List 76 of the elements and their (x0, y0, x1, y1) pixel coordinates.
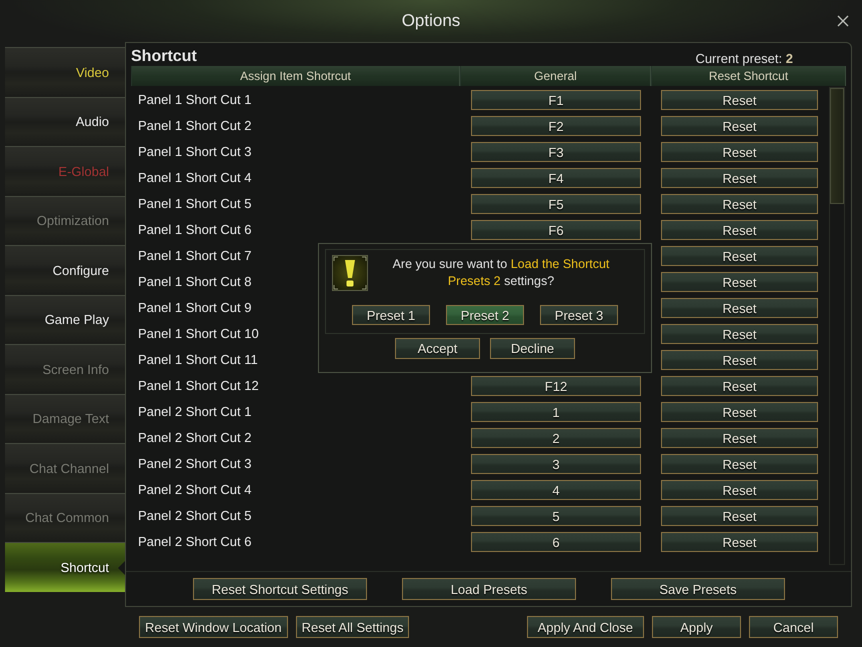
key-binding-button[interactable]: 6 (471, 532, 641, 552)
reset-button[interactable]: Reset (661, 298, 818, 318)
key-binding-button[interactable]: F1 (471, 90, 641, 110)
shortcut-label: Panel 1 Short Cut 12 (138, 377, 259, 396)
close-button[interactable] (837, 15, 849, 27)
sidebar-item[interactable]: Shortcut (5, 542, 125, 592)
shortcut-label: Panel 1 Short Cut 11 (138, 351, 258, 370)
shortcut-label: Panel 2 Short Cut 2 (138, 429, 252, 448)
shortcut-label: Panel 1 Short Cut 6 (138, 221, 252, 240)
reset-button[interactable]: Reset (661, 168, 818, 188)
shortcut-label: Panel 2 Short Cut 5 (138, 507, 252, 526)
reset-button[interactable]: Reset (661, 506, 818, 526)
scrollbar-track[interactable] (829, 87, 845, 565)
warning-icon (332, 255, 368, 291)
shortcut-label: Panel 1 Short Cut 3 (138, 143, 252, 162)
reset-button[interactable]: Reset (661, 350, 818, 370)
key-binding-button[interactable]: F2 (471, 116, 641, 136)
reset-window-location-button[interactable]: Reset Window Location (139, 616, 288, 638)
reset-button[interactable]: Reset (661, 376, 818, 396)
save-presets-button[interactable]: Save Presets (611, 578, 785, 600)
key-binding-button[interactable]: F3 (471, 142, 641, 162)
reset-button[interactable]: Reset (661, 116, 818, 136)
preset-button[interactable]: Preset 2 (446, 305, 524, 325)
cancel-button[interactable]: Cancel (749, 616, 838, 638)
reset-button[interactable]: Reset (661, 90, 818, 110)
current-preset-label: Current preset: 2 (695, 52, 793, 65)
panel-title: Shortcut (131, 49, 197, 65)
key-binding-button[interactable]: 1 (471, 402, 641, 422)
reset-button[interactable]: Reset (661, 272, 818, 292)
reset-button[interactable]: Reset (661, 246, 818, 266)
accept-button[interactable]: Accept (395, 338, 480, 359)
shortcut-label: Panel 2 Short Cut 4 (138, 481, 252, 500)
key-binding-button[interactable]: 5 (471, 506, 641, 526)
column-header: Reset Shortcut (651, 66, 846, 86)
scrollbar-thumb[interactable] (830, 88, 844, 204)
dialog-message: Are you sure want to Load the Shortcut Presets 2 settings? (392, 256, 610, 290)
reset-button[interactable]: Reset (661, 402, 818, 422)
preset-button[interactable]: Preset 3 (540, 305, 618, 325)
key-binding-button[interactable]: 4 (471, 480, 641, 500)
shortcut-label: Panel 2 Short Cut 1 (138, 403, 252, 422)
shortcut-label: Panel 1 Short Cut 9 (138, 299, 252, 318)
sidebar-item[interactable]: Game Play (5, 294, 125, 344)
column-header: Assign Item Shotrcut (131, 66, 460, 86)
reset-button[interactable]: Reset (661, 454, 818, 474)
reset-all-settings-button[interactable]: Reset All Settings (296, 616, 410, 638)
shortcut-label: Panel 2 Short Cut 3 (138, 455, 252, 474)
reset-button[interactable]: Reset (661, 194, 818, 214)
shortcut-label: Panel 1 Short Cut 8 (138, 273, 252, 292)
shortcut-label: Panel 1 Short Cut 2 (138, 117, 252, 136)
reset-button[interactable]: Reset (661, 324, 818, 344)
shortcut-label: Panel 1 Short Cut 7 (138, 247, 252, 266)
reset-button[interactable]: Reset (661, 480, 818, 500)
reset-shortcut-settings-button[interactable]: Reset Shortcut Settings (193, 578, 367, 600)
reset-button[interactable]: Reset (661, 220, 818, 240)
load-presets-button[interactable]: Load Presets (402, 578, 576, 600)
key-binding-button[interactable]: F6 (471, 220, 641, 240)
apply-button[interactable]: Apply (652, 616, 741, 638)
shortcut-label: Panel 1 Short Cut 10 (138, 325, 259, 344)
reset-button[interactable]: Reset (661, 142, 818, 162)
shortcut-label: Panel 1 Short Cut 4 (138, 169, 252, 188)
shortcut-label: Panel 2 Short Cut 6 (138, 533, 252, 552)
key-binding-button[interactable]: 2 (471, 428, 641, 448)
column-header: General (460, 66, 651, 86)
key-binding-button[interactable]: F5 (471, 194, 641, 214)
key-binding-button[interactable]: 3 (471, 454, 641, 474)
close-icon (837, 15, 849, 27)
decline-button[interactable]: Decline (490, 338, 575, 359)
reset-button[interactable]: Reset (661, 428, 818, 448)
reset-button[interactable]: Reset (661, 532, 818, 552)
apply-and-close-button[interactable]: Apply And Close (526, 616, 644, 638)
window-title: Options (402, 10, 460, 32)
preset-button[interactable]: Preset 1 (352, 305, 430, 325)
key-binding-button[interactable]: F4 (471, 168, 641, 188)
shortcut-label: Panel 1 Short Cut 1 (138, 91, 252, 110)
key-binding-button[interactable]: F12 (471, 376, 641, 396)
shortcut-label: Panel 1 Short Cut 5 (138, 195, 252, 214)
